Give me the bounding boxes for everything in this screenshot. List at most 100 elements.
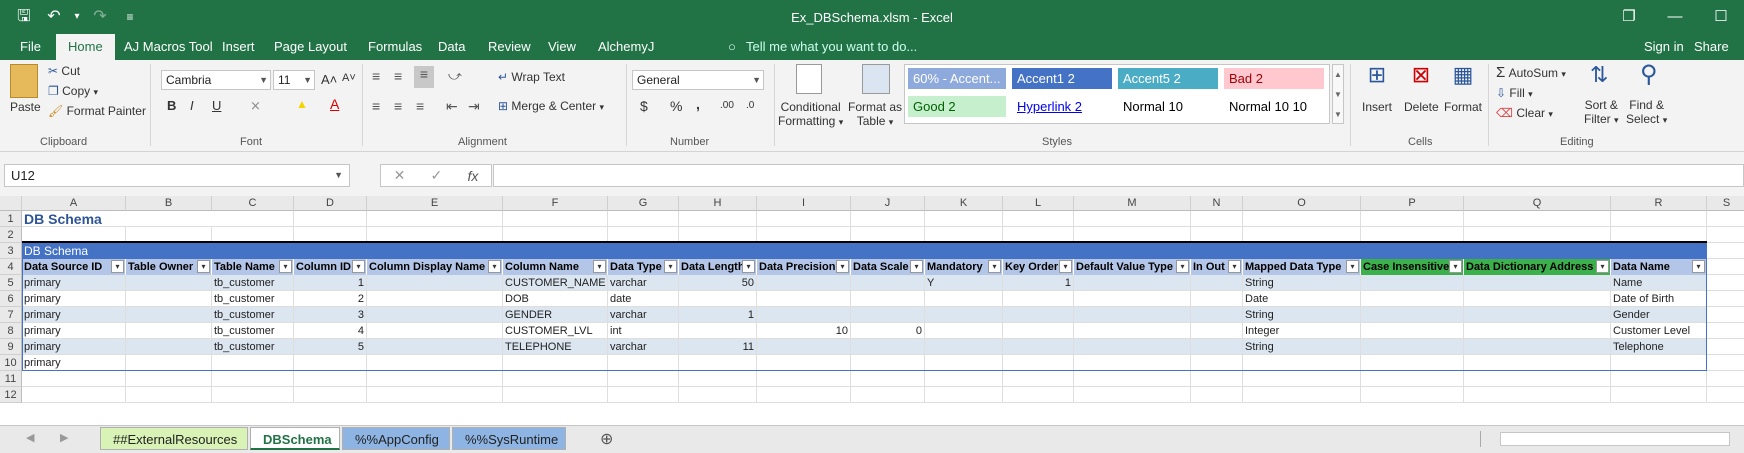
table-cell[interactable]: int [608,323,679,339]
grid-cell[interactable] [1707,227,1744,243]
delete-cells-icon[interactable]: ⊠ [1406,62,1436,96]
section-header[interactable]: DB Schema [22,243,1707,259]
table-header-cell[interactable]: Column ID ▾ [294,259,367,275]
table-cell[interactable]: 2 [294,291,367,307]
comma-button[interactable]: , [696,96,700,112]
grid-cell[interactable] [679,371,757,387]
table-cell[interactable]: tb_customer [212,291,294,307]
table-cell[interactable] [1191,275,1243,291]
grid-cell[interactable] [1191,387,1243,403]
delete-cells-button[interactable]: Delete [1404,100,1439,114]
row-header[interactable]: 12 [0,387,22,403]
table-cell[interactable] [1361,275,1464,291]
format-as-table-icon[interactable] [862,64,890,94]
align-bottom-icon[interactable]: ≡ [414,66,434,88]
table-cell[interactable] [367,323,503,339]
table-cell[interactable]: 50 [679,275,757,291]
table-header-cell[interactable]: Mapped Data Type ▾ [1243,259,1361,275]
grow-font-button[interactable]: A˄ [321,72,337,87]
grid-cell[interactable] [1707,371,1744,387]
table-cell[interactable] [1003,355,1074,371]
grid-cell[interactable] [851,211,925,227]
enter-icon[interactable]: ✓ [431,167,443,184]
style-good-2[interactable]: Good 2 [908,96,1006,117]
add-sheet-button[interactable]: ⊕ [600,429,613,449]
fill-button[interactable]: ⇩ Fill ▾ [1496,86,1533,100]
table-header-cell[interactable]: Column Display Name ▾ [367,259,503,275]
wrap-text-button[interactable]: ↵ Wrap Text [498,70,565,84]
table-cell[interactable]: tb_customer [212,307,294,323]
table-cell[interactable] [1074,323,1191,339]
grid-cell[interactable] [1611,211,1707,227]
filter-dropdown-icon[interactable]: ▾ [664,260,677,273]
table-cell[interactable]: 10 [757,323,851,339]
table-cell[interactable]: String [1243,339,1361,355]
grid-cell[interactable] [1707,259,1744,275]
filter-dropdown-icon[interactable]: ▾ [1596,260,1609,273]
align-middle-icon[interactable]: ≡ [394,68,402,84]
table-cell[interactable] [679,291,757,307]
table-cell[interactable] [126,275,212,291]
grid-cell[interactable] [757,387,851,403]
table-cell[interactable]: GENDER [503,307,608,323]
column-header[interactable]: J [851,196,925,211]
table-cell[interactable] [1074,339,1191,355]
style-normal-10[interactable]: Normal 10 [1118,96,1218,117]
row-header[interactable]: 7 [0,307,22,323]
filter-dropdown-icon[interactable]: ▾ [1059,260,1072,273]
sheet-tab-external-resources[interactable]: ##ExternalResources [100,427,248,450]
italic-button[interactable]: I [190,98,194,113]
table-header-cell[interactable]: Column Name ▾ [503,259,608,275]
format-painter-button[interactable]: 🖌 Format Painter [48,104,146,118]
table-cell[interactable] [126,339,212,355]
grid-cell[interactable] [294,211,367,227]
grid-cell[interactable] [1361,387,1464,403]
sort-filter-icon[interactable]: ⇅ [1590,62,1608,88]
table-header-cell[interactable]: In Out ▾ [1191,259,1243,275]
table-cell[interactable]: varchar [608,307,679,323]
row-header[interactable]: 3 [0,243,22,259]
sign-in-link[interactable]: Sign in [1644,34,1684,60]
tab-home[interactable]: Home [56,34,115,60]
magnifier-icon[interactable]: ⚲ [1640,60,1658,89]
row-header[interactable]: 6 [0,291,22,307]
table-cell[interactable] [1361,339,1464,355]
grid-cell[interactable] [1191,371,1243,387]
filter-dropdown-icon[interactable]: ▾ [488,260,501,273]
cut-button[interactable]: ✂ Cut [48,64,80,78]
column-header[interactable]: D [294,196,367,211]
table-header-cell[interactable]: Table Owner ▾ [126,259,212,275]
grid-cell[interactable] [851,371,925,387]
style-60-accent[interactable]: 60% - Accent... [908,68,1006,89]
column-header[interactable]: L [1003,196,1074,211]
table-header-cell[interactable]: Data Scale ▾ [851,259,925,275]
table-cell[interactable]: primary [22,307,126,323]
table-cell[interactable] [1361,323,1464,339]
align-center-icon[interactable]: ≡ [394,98,402,114]
table-cell[interactable] [1003,323,1074,339]
prev-sheet-icon[interactable]: ◀ [26,431,34,444]
format-as-table-button[interactable]: Format as Table ▾ [848,100,902,129]
sheet-tab-dbschema[interactable]: DBSchema [250,427,340,450]
column-header[interactable]: H [679,196,757,211]
table-header-cell[interactable]: Data Source ID ▾ [22,259,126,275]
grid-cell[interactable] [1003,211,1074,227]
grid-cell[interactable] [367,371,503,387]
column-header[interactable]: I [757,196,851,211]
font-color-icon[interactable]: A [330,96,339,112]
table-cell[interactable] [126,291,212,307]
grid-cell[interactable] [757,211,851,227]
table-cell[interactable] [212,355,294,371]
grid-cell[interactable] [1074,387,1191,403]
table-cell[interactable] [1361,355,1464,371]
column-header[interactable]: E [367,196,503,211]
table-header-cell[interactable]: Mandatory ▾ [925,259,1003,275]
table-cell[interactable]: 11 [679,339,757,355]
table-cell[interactable] [1464,355,1611,371]
insert-cells-button[interactable]: Insert [1362,100,1392,114]
filter-dropdown-icon[interactable]: ▾ [352,260,365,273]
grid-cell[interactable] [22,371,126,387]
grid-cell[interactable] [1003,387,1074,403]
table-cell[interactable] [757,355,851,371]
copy-button[interactable]: ❐ Copy ▾ [48,84,98,98]
